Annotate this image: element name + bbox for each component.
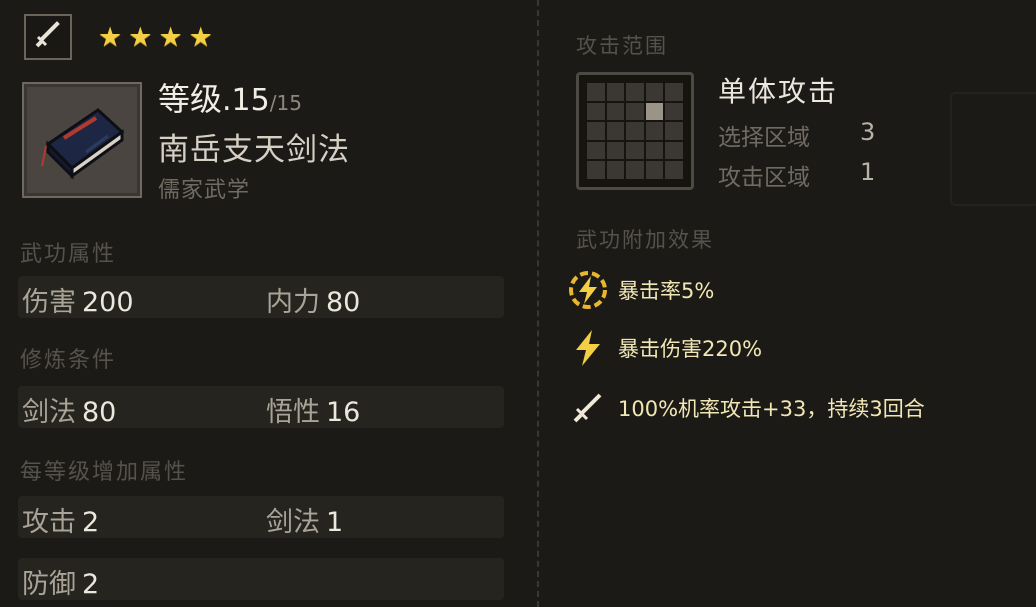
sword-icon xyxy=(33,20,63,54)
per-level-row-2: 防御 2 xyxy=(18,558,504,600)
range-cell xyxy=(645,141,664,160)
attack-type: 单体攻击 xyxy=(718,75,839,108)
level-max: /15 xyxy=(269,91,302,115)
range-cell xyxy=(606,102,625,121)
requirements-section-title: 修炼条件 xyxy=(20,348,117,373)
attack-area-row: 攻击区域 1 xyxy=(718,158,875,192)
attributes-row: 伤害 200 内力 80 xyxy=(18,276,504,318)
range-grid xyxy=(576,72,694,190)
select-area-row: 选择区域 3 xyxy=(718,118,875,152)
defense-per-level: 防御 2 xyxy=(22,569,100,600)
attributes-section-title: 武功属性 xyxy=(20,242,117,267)
level-current: .15 xyxy=(222,83,270,118)
skill-level: 等级.15/15 xyxy=(158,74,302,120)
star-icon: ★ xyxy=(128,22,153,53)
range-cell xyxy=(606,141,625,160)
rarity-stars: ★ ★ ★ ★ xyxy=(98,24,213,51)
sword-per-level: 剑法 1 xyxy=(266,507,344,538)
inner-power-stat: 内力 80 xyxy=(266,287,361,318)
panel-divider xyxy=(537,0,539,607)
range-cell xyxy=(587,141,605,160)
sword-requirement: 剑法 80 xyxy=(22,397,117,428)
range-cell xyxy=(626,122,644,140)
lightning-icon xyxy=(566,326,610,370)
sword-icon xyxy=(566,386,610,430)
star-icon: ★ xyxy=(188,22,213,53)
range-cell xyxy=(587,102,605,121)
effect-text: 暴击率5% xyxy=(618,279,715,303)
effect-item: 暴击伤害220% xyxy=(566,326,762,370)
range-cell xyxy=(665,122,683,140)
range-cell xyxy=(645,102,664,121)
background-ghost xyxy=(950,92,1036,206)
range-section-title: 攻击范围 xyxy=(576,34,668,58)
level-label: 等级 xyxy=(158,80,223,118)
effect-text: 暴击伤害220% xyxy=(618,337,763,361)
attack-area-label: 攻击区域 xyxy=(718,165,810,191)
per-level-row-1: 攻击 2 剑法 1 xyxy=(18,496,504,538)
range-cell xyxy=(606,83,625,101)
star-icon: ★ xyxy=(158,22,183,53)
effect-item: 100%机率攻击+33，持续3回合 xyxy=(566,386,925,430)
range-cell xyxy=(645,83,664,101)
requirements-row: 剑法 80 悟性 16 xyxy=(18,386,504,428)
range-cell xyxy=(626,102,644,121)
range-grid-cells xyxy=(587,83,683,179)
skill-book-frame xyxy=(22,82,142,198)
effect-text: 100%机率攻击+33，持续3回合 xyxy=(618,397,925,421)
range-cell xyxy=(606,122,625,140)
range-cell xyxy=(645,122,664,140)
range-cell xyxy=(645,161,664,179)
lightning-circle-icon xyxy=(566,268,610,312)
attack-area-value: 1 xyxy=(860,158,876,186)
select-area-label: 选择区域 xyxy=(718,125,810,151)
star-icon: ★ xyxy=(98,22,123,53)
wisdom-requirement: 悟性 16 xyxy=(266,397,361,428)
effect-item: 暴击率5% xyxy=(566,268,714,312)
damage-stat: 伤害 200 xyxy=(22,287,134,318)
range-cell xyxy=(587,83,605,101)
range-cell xyxy=(626,141,644,160)
skill-name: 南岳支天剑法 xyxy=(158,132,350,168)
attack-per-level: 攻击 2 xyxy=(22,507,100,538)
book-icon xyxy=(34,92,130,188)
effects-section-title: 武功附加效果 xyxy=(576,228,714,252)
range-cell xyxy=(665,102,683,121)
range-cell xyxy=(587,122,605,140)
per-level-section-title: 每等级增加属性 xyxy=(20,460,189,485)
range-cell xyxy=(587,161,605,179)
range-cell xyxy=(626,83,644,101)
skill-school: 儒家武学 xyxy=(158,178,251,203)
weapon-type-badge xyxy=(24,14,72,60)
range-cell xyxy=(626,161,644,179)
select-area-value: 3 xyxy=(860,118,876,146)
range-cell xyxy=(665,161,683,179)
range-cell xyxy=(665,83,683,101)
range-cell xyxy=(606,161,625,179)
range-cell xyxy=(665,141,683,160)
